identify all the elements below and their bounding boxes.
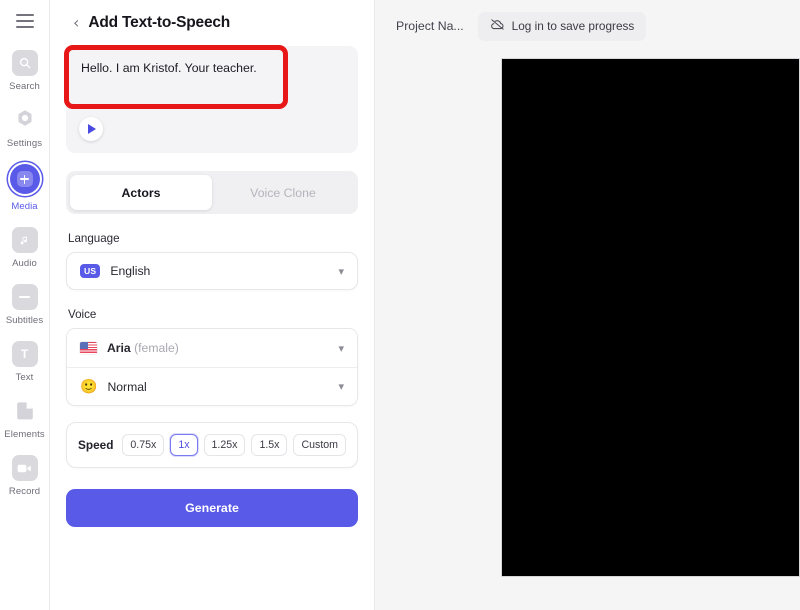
sidebar-item-label: Settings xyxy=(7,138,42,149)
sidebar-item-label: Search xyxy=(9,81,40,92)
sidebar-item-elements[interactable]: Elements xyxy=(0,392,50,444)
smiley-face-icon: 🙂 xyxy=(80,380,97,394)
hamburger-line xyxy=(16,26,34,28)
tts-text-card[interactable]: Hello. I am Kristof. Your teacher. xyxy=(66,46,358,153)
left-rail: Search Settings Media xyxy=(0,0,50,610)
speed-option-1x[interactable]: 1x xyxy=(170,434,197,456)
tts-text-input[interactable]: Hello. I am Kristof. Your teacher. xyxy=(81,60,343,77)
speed-option-125x[interactable]: 1.25x xyxy=(204,434,246,456)
us-badge: US xyxy=(80,264,100,278)
voice-style-select[interactable]: 🙂 Normal ▾ xyxy=(67,367,357,405)
speed-label: Speed xyxy=(78,438,113,452)
speed-card: Speed 0.75x 1x 1.25x 1.5x Custom xyxy=(66,422,358,468)
voice-actor-select[interactable]: Aria (female) ▾ xyxy=(67,329,357,367)
stage-area: Project Na... Log in to save progress xyxy=(375,0,800,610)
sidebar-item-search[interactable]: Search xyxy=(0,44,50,96)
chevron-down-icon: ▾ xyxy=(338,266,344,277)
sidebar-item-audio[interactable]: Audio xyxy=(0,221,50,273)
gear-icon xyxy=(12,107,38,133)
chevron-down-icon: ▾ xyxy=(338,381,344,392)
video-canvas[interactable] xyxy=(501,58,800,577)
sidebar-item-label: Record xyxy=(9,486,40,497)
app-root: Search Settings Media xyxy=(0,0,800,610)
voice-actor-value: Aria (female) xyxy=(107,341,328,355)
play-button[interactable] xyxy=(79,117,103,141)
speed-options: 0.75x 1x 1.25x 1.5x Custom xyxy=(122,434,346,456)
language-value: English xyxy=(110,264,328,278)
hamburger-menu-icon[interactable] xyxy=(16,14,34,28)
plus-icon xyxy=(10,164,40,194)
speed-option-custom[interactable]: Custom xyxy=(293,434,346,456)
sidebar-item-text[interactable]: T Text xyxy=(0,335,50,387)
speed-option-075x[interactable]: 0.75x xyxy=(122,434,164,456)
shapes-icon xyxy=(12,398,38,424)
hamburger-line xyxy=(16,14,34,16)
language-label: Language xyxy=(68,232,358,245)
tab-voice-clone[interactable]: Voice Clone xyxy=(212,175,354,210)
cloud-off-icon xyxy=(490,18,505,34)
voice-actor-name: Aria xyxy=(107,341,131,355)
plus-glyph xyxy=(17,171,33,187)
panel-header: ‹ Add Text-to-Speech xyxy=(66,0,358,46)
sidebar-item-label: Subtitles xyxy=(6,315,43,326)
stage-topbar: Project Na... Log in to save progress xyxy=(375,0,800,52)
sidebar-item-subtitles[interactable]: Subtitles xyxy=(0,278,50,330)
generate-button[interactable]: Generate xyxy=(66,489,358,527)
play-icon xyxy=(88,124,96,134)
sidebar-item-label: Audio xyxy=(12,258,37,269)
text-t-icon: T xyxy=(12,341,38,367)
tts-panel: ‹ Add Text-to-Speech Hello. I am Kristof… xyxy=(50,0,375,610)
sidebar-item-record[interactable]: Record xyxy=(0,449,50,501)
login-button-label: Log in to save progress xyxy=(512,19,635,33)
voice-actor-gender: (female) xyxy=(134,341,179,355)
sidebar-item-media[interactable]: Media xyxy=(0,158,50,216)
sidebar-item-label: Media xyxy=(11,201,37,212)
search-icon xyxy=(12,50,38,76)
voice-source-tabs: Actors Voice Clone xyxy=(66,171,358,214)
login-to-save-button[interactable]: Log in to save progress xyxy=(478,12,647,41)
tab-actors[interactable]: Actors xyxy=(70,175,212,210)
sidebar-item-label: Elements xyxy=(4,429,44,440)
language-select[interactable]: US English ▾ xyxy=(66,252,358,290)
subtitles-icon xyxy=(12,284,38,310)
sidebar-item-label: Text xyxy=(16,372,34,383)
sidebar-item-settings[interactable]: Settings xyxy=(0,101,50,153)
voice-label: Voice xyxy=(68,308,358,321)
voice-select-group: Aria (female) ▾ 🙂 Normal ▾ xyxy=(66,328,358,406)
page-title: Add Text-to-Speech xyxy=(88,14,230,32)
voice-style-value: Normal xyxy=(107,380,328,394)
hamburger-line xyxy=(16,20,34,22)
music-note-icon xyxy=(12,227,38,253)
chevron-left-icon[interactable]: ‹ xyxy=(73,15,79,31)
video-camera-icon xyxy=(12,455,38,481)
project-name[interactable]: Project Na... xyxy=(396,19,464,33)
us-flag-icon xyxy=(80,342,97,354)
chevron-down-icon: ▾ xyxy=(338,343,344,354)
speed-option-15x[interactable]: 1.5x xyxy=(251,434,287,456)
